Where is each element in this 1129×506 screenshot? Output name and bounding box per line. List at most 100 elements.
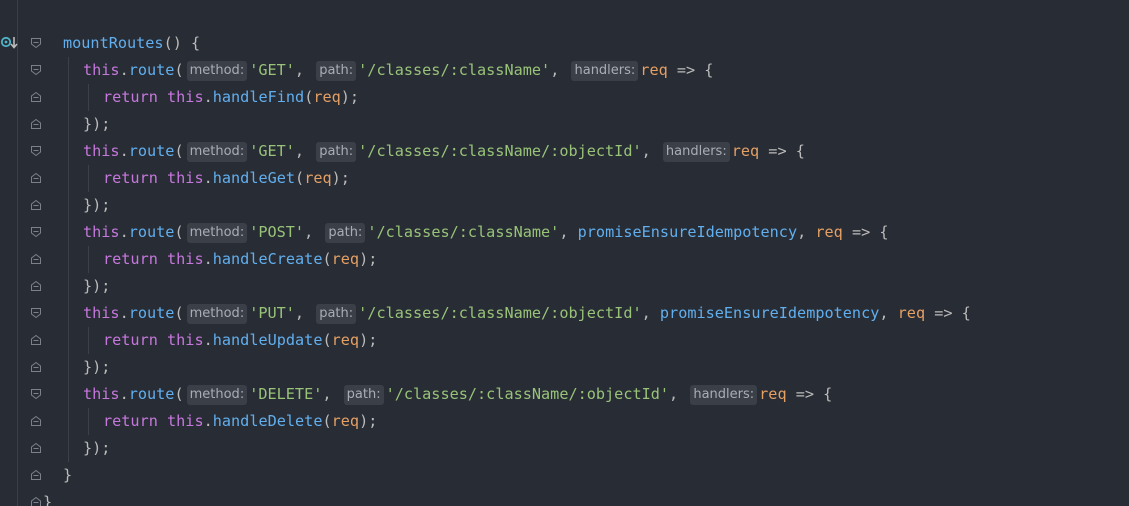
code-token: => { — [667, 61, 714, 79]
code-token: . — [119, 385, 129, 403]
override-method-icon[interactable] — [0, 35, 20, 51]
code-line[interactable]: this.route(method: 'PUT', path: '/classes/… — [83, 300, 971, 327]
code-line[interactable]: } — [63, 462, 72, 489]
code-line[interactable]: return this.handleUpdate(req); — [103, 327, 377, 354]
fold-end-icon[interactable] — [30, 361, 42, 373]
code-token: ( — [174, 385, 184, 403]
code-token: . — [119, 61, 129, 79]
code-token: 'DELETE' — [249, 385, 323, 403]
code-token: this — [83, 304, 120, 322]
code-token: this — [167, 412, 204, 430]
parameter-hint: handlers: — [571, 61, 639, 81]
code-token: route — [128, 304, 175, 322]
code-line[interactable]: } — [43, 489, 52, 506]
fold-end-icon[interactable] — [30, 253, 42, 265]
fold-end-icon[interactable] — [30, 334, 42, 346]
code-token: mountRoutes — [63, 34, 164, 52]
code-token: }); — [83, 439, 111, 457]
code-line[interactable]: return this.handleCreate(req); — [103, 246, 377, 273]
code-token: . — [203, 331, 213, 349]
code-token: req — [331, 412, 360, 430]
code-token: req — [731, 142, 760, 160]
code-token: , — [304, 223, 323, 241]
code-token: , — [294, 142, 314, 160]
code-token: ( — [174, 142, 184, 160]
code-token: ); — [359, 250, 378, 268]
code-token: , — [669, 385, 688, 403]
code-token: req — [815, 223, 843, 241]
code-editor[interactable]: mountRoutes() {this.route(method: 'GET', … — [0, 0, 1129, 506]
code-token: , — [294, 61, 314, 79]
fold-end-icon[interactable] — [30, 199, 42, 211]
code-token: ( — [174, 61, 184, 79]
code-token: }); — [83, 196, 111, 214]
code-token: , — [550, 61, 569, 79]
code-token: req — [304, 169, 332, 187]
code-token: return — [103, 250, 168, 268]
parameter-hint: method: — [186, 385, 248, 405]
code-token: '/classes/:className' — [358, 61, 551, 79]
code-token: '/classes/:className' — [367, 223, 560, 241]
fold-end-icon[interactable] — [30, 172, 42, 184]
code-token: '/classes/:className/:objectId' — [385, 385, 670, 403]
code-token: , — [322, 385, 341, 403]
code-token: this — [83, 142, 120, 160]
code-line[interactable]: }); — [83, 111, 110, 138]
editor-gutter — [0, 0, 48, 506]
code-line[interactable]: }); — [83, 192, 110, 219]
code-line[interactable]: return this.handleDelete(req); — [103, 408, 377, 435]
fold-end-icon[interactable] — [30, 496, 42, 506]
fold-open-icon[interactable] — [30, 37, 42, 49]
fold-open-icon[interactable] — [30, 307, 42, 319]
code-line[interactable]: this.route(method: 'DELETE', path: '/class… — [83, 381, 832, 408]
indent-guide — [88, 165, 89, 192]
fold-end-icon[interactable] — [30, 442, 42, 454]
indent-guide — [68, 57, 69, 462]
parameter-hint: method: — [186, 142, 248, 162]
code-token: , — [879, 304, 898, 322]
parameter-hint: method: — [186, 304, 248, 324]
code-token: , — [641, 304, 660, 322]
parameter-hint: path: — [316, 142, 357, 162]
code-line[interactable]: return this.handleFind(req); — [103, 84, 359, 111]
code-token: . — [119, 142, 129, 160]
code-token: ); — [359, 331, 378, 349]
code-token: this — [83, 223, 120, 241]
code-token: handleGet — [212, 169, 296, 187]
code-line[interactable]: this.route(method: 'GET', path: '/classes/… — [83, 138, 805, 165]
code-line[interactable]: mountRoutes() { — [63, 30, 200, 57]
code-token: ( — [174, 223, 184, 241]
code-token: req — [313, 88, 341, 106]
fold-end-icon[interactable] — [30, 118, 42, 130]
code-token: }); — [83, 277, 111, 295]
code-token: req — [897, 304, 926, 322]
code-line[interactable]: this.route(method: 'GET', path: '/classes/… — [83, 57, 713, 84]
code-token: => { — [842, 223, 889, 241]
fold-end-icon[interactable] — [30, 91, 42, 103]
code-token: . — [119, 304, 129, 322]
code-line[interactable]: }); — [83, 435, 110, 462]
code-token: route — [128, 223, 175, 241]
code-token: route — [128, 385, 175, 403]
fold-end-icon[interactable] — [30, 415, 42, 427]
code-line[interactable]: }); — [83, 273, 110, 300]
fold-open-icon[interactable] — [30, 145, 42, 157]
code-token: ); — [331, 169, 350, 187]
fold-open-icon[interactable] — [30, 388, 42, 400]
code-line[interactable]: return this.handleGet(req); — [103, 165, 350, 192]
parameter-hint: path: — [316, 61, 357, 81]
code-line[interactable]: }); — [83, 354, 110, 381]
fold-end-icon[interactable] — [30, 469, 42, 481]
fold-end-icon[interactable] — [30, 280, 42, 292]
fold-open-icon[interactable] — [30, 226, 42, 238]
parameter-hint: path: — [325, 223, 366, 243]
code-token: . — [203, 88, 213, 106]
code-token: promiseEnsureIdempotency — [577, 223, 798, 241]
code-token: } — [43, 493, 53, 506]
code-token: . — [203, 412, 213, 430]
code-line[interactable]: this.route(method: 'POST', path: '/classes… — [83, 219, 889, 246]
code-token: handleDelete — [212, 412, 323, 430]
parameter-hint: method: — [186, 61, 248, 81]
code-token: this — [83, 385, 120, 403]
fold-open-icon[interactable] — [30, 64, 42, 76]
